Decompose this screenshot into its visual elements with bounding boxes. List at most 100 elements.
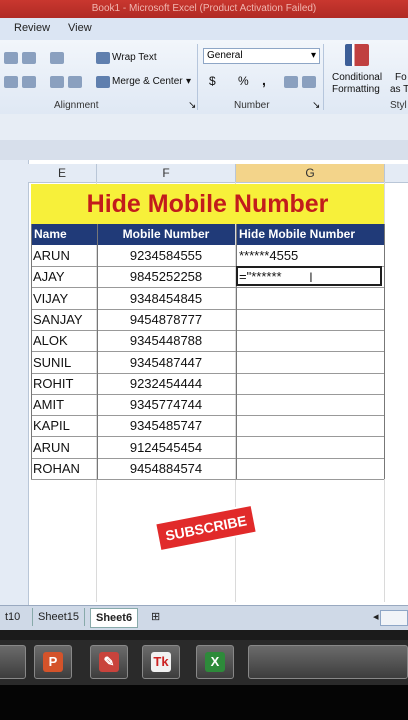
taskbar-powerpoint[interactable]: P (34, 645, 72, 679)
cell-mobile-number[interactable]: 9345487447 (97, 352, 235, 373)
merge-center-button[interactable]: Merge & Center (112, 76, 183, 87)
align-top-icon[interactable] (4, 52, 18, 64)
format-as-table-button[interactable]: Fo (395, 72, 407, 83)
taskbar-button[interactable] (0, 645, 26, 679)
number-format-select[interactable]: General ▾ (203, 48, 320, 64)
tab-review[interactable]: Review (14, 22, 50, 34)
number-dialog-icon[interactable]: ↘ (312, 100, 320, 111)
merge-center-icon (96, 76, 110, 88)
percent-button[interactable]: % (238, 74, 249, 88)
insert-sheet-icon[interactable]: ⊞ (146, 608, 165, 626)
ribbon-tabs: Review View (0, 18, 408, 40)
cell-mobile-number[interactable]: 9845252258 (97, 266, 235, 287)
orientation-icon[interactable] (50, 52, 64, 64)
merge-dropdown-icon[interactable]: ▾ (186, 76, 191, 87)
cell-hidden-number[interactable]: ******4555 (239, 245, 379, 266)
cell-name[interactable]: AMIT (33, 394, 95, 415)
row-headers[interactable] (0, 160, 29, 605)
subscribe-sticker[interactable]: SUBSCRIBE (156, 506, 256, 550)
column-header-g[interactable]: G (236, 164, 385, 183)
column-header-h[interactable] (385, 164, 408, 183)
format-as-table-label: as T (390, 84, 408, 95)
cell-name[interactable]: ROHAN (33, 458, 95, 479)
taskbar-empty-slot (248, 645, 408, 679)
tab-view[interactable]: View (68, 22, 92, 34)
cell-mobile-number[interactable]: 9454884574 (97, 458, 235, 479)
cell-name[interactable]: SUNIL (33, 352, 95, 373)
comma-button[interactable]: , (262, 72, 266, 88)
align-middle-icon[interactable] (22, 52, 36, 64)
currency-button[interactable]: $ (209, 74, 216, 88)
sheet-tab-sheet15[interactable]: Sheet15 (32, 608, 85, 626)
excel-icon: X (205, 652, 225, 672)
taskbar-excel[interactable]: X (196, 645, 234, 679)
horizontal-scrollbar[interactable] (380, 610, 408, 626)
cell-mobile-number[interactable]: 9345774744 (97, 394, 235, 415)
cell-name[interactable]: ROHIT (33, 373, 95, 394)
ribbon: Wrap Text Merge & Center ▾ Alignment ↘ G… (0, 40, 408, 115)
cell-name[interactable]: SANJAY (33, 309, 95, 330)
alignment-dialog-icon[interactable]: ↘ (188, 100, 196, 111)
cell-mobile-number[interactable]: 9345448788 (97, 330, 235, 351)
column-header-e[interactable]: E (28, 164, 97, 183)
text-cursor-icon: I (309, 269, 313, 285)
cell-mobile-number[interactable]: 9234584555 (97, 245, 235, 266)
window-title: Book1 - Microsoft Excel (Product Activat… (91, 3, 317, 14)
table-column-border (31, 224, 32, 480)
cell-hidden-number[interactable] (239, 415, 379, 436)
sheet-tabs-bar: t10 Sheet15 Sheet6 ⊞ ◂ (0, 605, 408, 630)
taskbar-paint[interactable]: ✎ (90, 645, 128, 679)
cell-name[interactable]: ARUN (33, 245, 95, 266)
column-header-f[interactable]: F (97, 164, 236, 183)
cell-mobile-number[interactable]: 9124545454 (97, 437, 235, 458)
sheet-title-banner: Hide Mobile Number (31, 184, 384, 224)
wrap-text-button[interactable]: Wrap Text (112, 52, 157, 63)
conditional-formatting-icon (345, 44, 369, 66)
cell-hidden-number[interactable] (239, 458, 379, 479)
header-name: Name (31, 224, 100, 245)
number-group-label: Number (234, 100, 270, 111)
cell-mobile-number[interactable]: 9454878777 (97, 309, 235, 330)
wrap-text-icon (96, 52, 110, 64)
taskbar: P ✎ Tk X (0, 640, 408, 685)
cell-name[interactable]: VIJAY (33, 288, 95, 309)
cell-hidden-number[interactable] (239, 352, 379, 373)
screen-bottom (0, 685, 408, 720)
sheet-tab-t10[interactable]: t10 (0, 608, 25, 626)
decrease-decimal-icon[interactable] (302, 76, 316, 88)
cell-mobile-number[interactable]: 9345485747 (97, 415, 235, 436)
cell-mobile-number[interactable]: 9232454444 (97, 373, 235, 394)
cell-name[interactable]: ARUN (33, 437, 95, 458)
increase-indent-icon[interactable] (68, 76, 82, 88)
cell-hidden-number[interactable] (239, 330, 379, 351)
cell-hidden-number[interactable] (239, 394, 379, 415)
sheet-tab-sheet6[interactable]: Sheet6 (90, 608, 139, 628)
worksheet[interactable]: E F G Hide Mobile Number Name Mobile Num… (0, 160, 408, 605)
cell-name[interactable]: KAPIL (33, 415, 95, 436)
cell-hidden-number[interactable] (239, 309, 379, 330)
header-mobile-number: Mobile Number (97, 224, 235, 245)
number-format-value: General (207, 50, 243, 61)
conditional-formatting-button[interactable]: Conditional (332, 72, 382, 83)
decrease-indent-icon[interactable] (50, 76, 64, 88)
paint-icon: ✎ (99, 652, 119, 672)
title-bar: Book1 - Microsoft Excel (Product Activat… (0, 0, 408, 18)
align-center-icon[interactable] (22, 76, 36, 88)
increase-decimal-icon[interactable] (284, 76, 298, 88)
align-left-icon[interactable] (4, 76, 18, 88)
cell-mobile-number[interactable]: 9348454845 (97, 288, 235, 309)
cell-hidden-number[interactable] (239, 437, 379, 458)
header-hide-mobile-number: Hide Mobile Number (236, 224, 384, 245)
formula-bar[interactable] (0, 114, 408, 141)
styles-group-label: Styl (390, 100, 407, 111)
table-column-border (97, 224, 98, 480)
cell-name[interactable]: ALOK (33, 330, 95, 351)
status-gap (0, 630, 408, 640)
table-column-border (236, 224, 237, 480)
cell-hidden-number[interactable] (239, 373, 379, 394)
separator (197, 44, 198, 110)
typing-icon: Tk (151, 652, 171, 672)
cell-hidden-number[interactable] (239, 288, 379, 309)
cell-name[interactable]: AJAY (33, 266, 95, 287)
taskbar-typing[interactable]: Tk (142, 645, 180, 679)
